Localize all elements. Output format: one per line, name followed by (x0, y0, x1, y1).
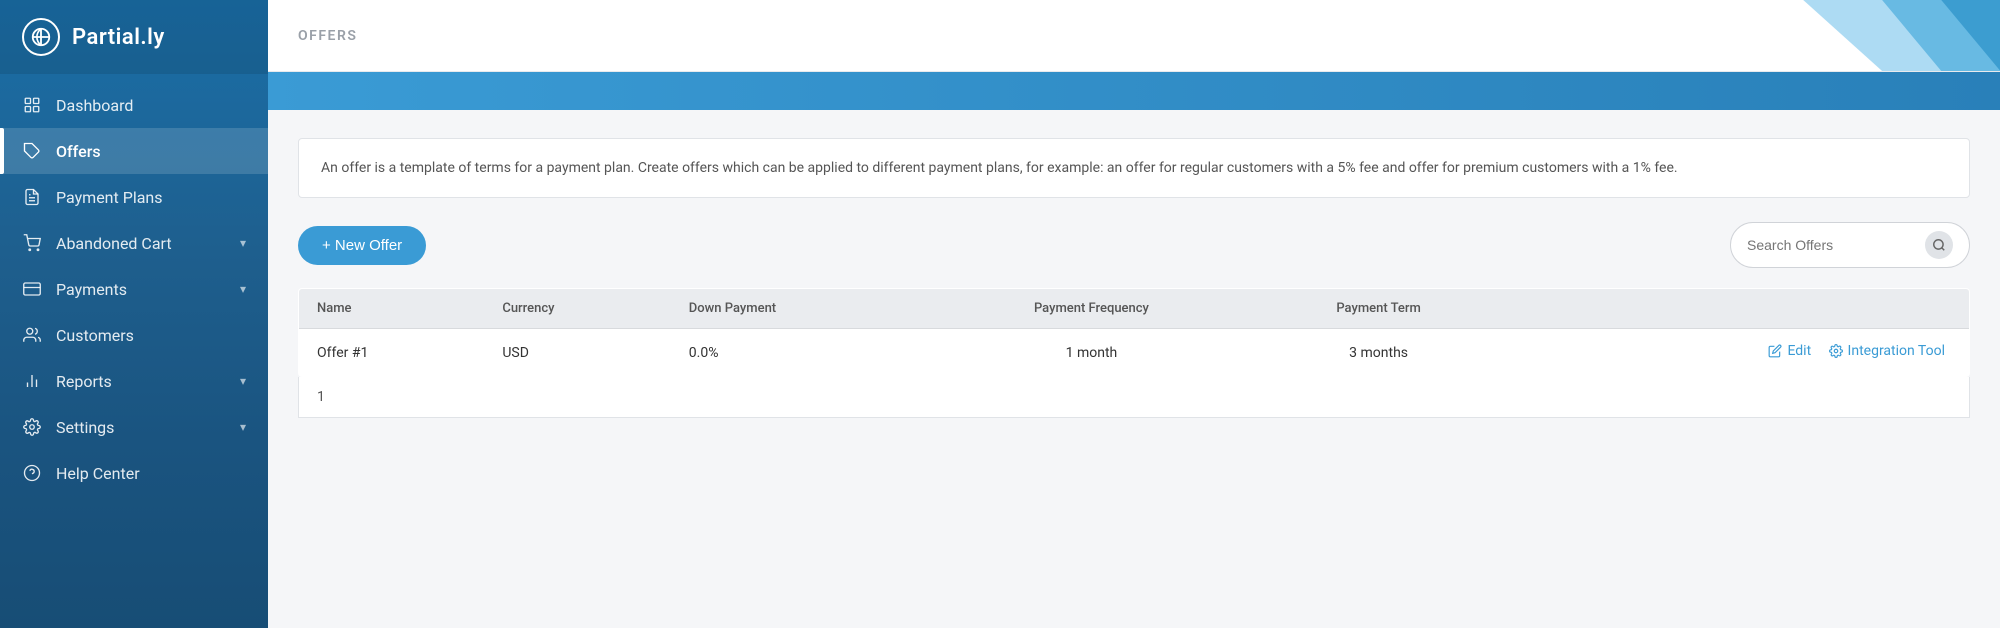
chevron-down-icon-reports: ▾ (240, 374, 246, 388)
sidebar-item-settings[interactable]: Settings ▾ (0, 404, 268, 450)
offers-table: Name Currency Down Payment Payment Frequ… (298, 288, 1970, 377)
integration-icon (1829, 344, 1843, 358)
page-header: OFFERS (268, 0, 2000, 72)
offer-currency: USD (484, 329, 670, 377)
sidebar-item-offers-label: Offers (56, 142, 101, 161)
offer-down-payment: 0.0% (671, 329, 932, 377)
grid-icon (22, 95, 42, 115)
content-area: An offer is a template of terms for a pa… (268, 110, 2000, 628)
table-row: Offer #1 USD 0.0% 1 month 3 months E (299, 329, 1970, 377)
offer-actions: Edit Integration Tool (1506, 329, 1969, 377)
sidebar-item-customers[interactable]: Customers (0, 312, 268, 358)
col-name: Name (299, 289, 485, 329)
sidebar: Partial.ly Dashboard Offers Payment Plan… (0, 0, 268, 628)
sidebar-logo[interactable]: Partial.ly (0, 0, 268, 74)
table-header-row: Name Currency Down Payment Payment Frequ… (299, 289, 1970, 329)
edit-link[interactable]: Edit (1768, 343, 1811, 359)
help-circle-icon (22, 463, 42, 483)
logo-icon (22, 18, 60, 56)
settings-icon (22, 417, 42, 437)
sidebar-item-payments[interactable]: Payments ▾ (0, 266, 268, 312)
integration-label: Integration Tool (1848, 343, 1945, 359)
info-text: An offer is a template of terms for a pa… (321, 160, 1678, 176)
sidebar-item-reports-label: Reports (56, 372, 112, 391)
offer-payment-frequency: 1 month (932, 329, 1251, 377)
page-number: 1 (317, 389, 325, 405)
info-box: An offer is a template of terms for a pa… (298, 138, 1970, 198)
sidebar-item-help-center[interactable]: Help Center (0, 450, 268, 496)
search-wrapper (1730, 222, 1970, 268)
shopping-cart-icon (22, 233, 42, 253)
chevron-down-icon-settings: ▾ (240, 420, 246, 434)
main-content: OFFERS An offer is a template of terms f… (268, 0, 2000, 628)
file-text-icon (22, 187, 42, 207)
sidebar-item-customers-label: Customers (56, 326, 134, 345)
sidebar-item-payments-label: Payments (56, 280, 127, 299)
integration-tool-link[interactable]: Integration Tool (1829, 343, 1945, 359)
users-icon (22, 325, 42, 345)
sidebar-item-reports[interactable]: Reports ▾ (0, 358, 268, 404)
col-payment-term: Payment Term (1251, 289, 1506, 329)
col-actions (1506, 289, 1969, 329)
chevron-down-icon: ▾ (240, 236, 246, 250)
blue-banner (268, 72, 2000, 110)
sidebar-item-abandoned-cart[interactable]: Abandoned Cart ▾ (0, 220, 268, 266)
edit-label: Edit (1787, 343, 1811, 359)
sidebar-item-offers[interactable]: Offers (0, 128, 268, 174)
page-title: OFFERS (298, 28, 357, 44)
tag-icon (22, 141, 42, 161)
pagination: 1 (298, 377, 1970, 418)
sidebar-item-dashboard-label: Dashboard (56, 96, 133, 115)
chevron-down-icon-payments: ▾ (240, 282, 246, 296)
sidebar-item-abandoned-cart-label: Abandoned Cart (56, 234, 172, 253)
col-down-payment: Down Payment (671, 289, 932, 329)
sidebar-navigation: Dashboard Offers Payment Plans Abandoned… (0, 74, 268, 628)
col-payment-frequency: Payment Frequency (932, 289, 1251, 329)
offer-name: Offer #1 (299, 329, 485, 377)
edit-icon (1768, 344, 1782, 358)
search-input[interactable] (1747, 237, 1917, 253)
search-button[interactable] (1925, 231, 1953, 259)
actions-row: + New Offer (298, 222, 1970, 268)
sidebar-item-settings-label: Settings (56, 418, 114, 437)
app-name: Partial.ly (72, 25, 165, 50)
search-icon (1932, 238, 1946, 252)
sidebar-item-dashboard[interactable]: Dashboard (0, 82, 268, 128)
credit-card-icon (22, 279, 42, 299)
col-currency: Currency (484, 289, 670, 329)
sidebar-item-payment-plans-label: Payment Plans (56, 188, 163, 207)
sidebar-item-payment-plans[interactable]: Payment Plans (0, 174, 268, 220)
bar-chart-icon (22, 371, 42, 391)
sidebar-item-help-center-label: Help Center (56, 464, 140, 483)
offer-payment-term: 3 months (1251, 329, 1506, 377)
new-offer-button[interactable]: + New Offer (298, 226, 426, 265)
